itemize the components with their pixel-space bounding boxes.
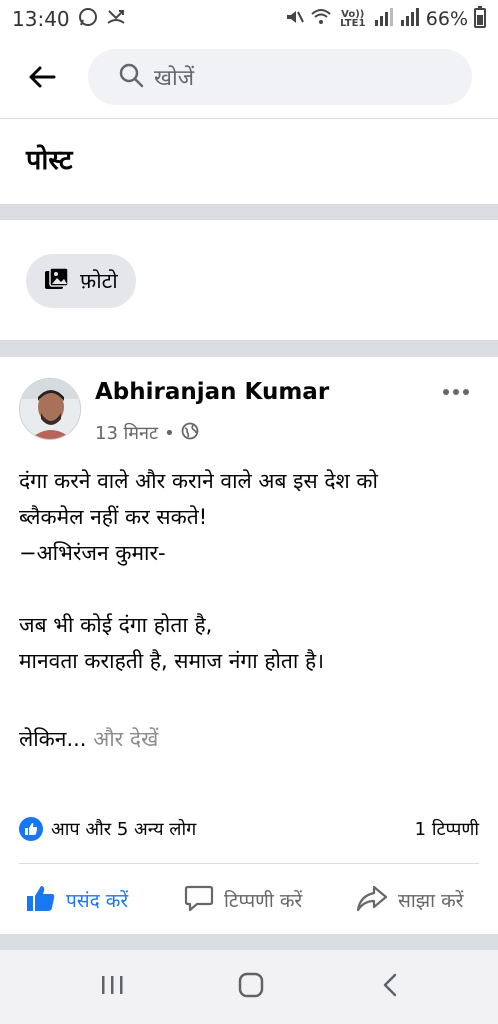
- like-reaction-icon: [19, 817, 43, 841]
- thumbs-up-icon: [26, 884, 56, 917]
- system-back-button[interactable]: [360, 957, 420, 1017]
- post-meta: 13 मिनट •: [95, 421, 199, 445]
- wifi-icon: [310, 7, 332, 32]
- system-nav-bar: [0, 950, 498, 1024]
- search-placeholder: खोजें: [154, 66, 195, 91]
- post-time[interactable]: 13 मिनट: [95, 421, 158, 445]
- section-separator: [0, 934, 498, 950]
- status-bar: 13:40 Vo)) LTE1 66%: [0, 0, 498, 38]
- comment-count[interactable]: 1 टिप्पणी: [415, 817, 479, 841]
- more-horizontal-icon: [442, 381, 470, 400]
- post-line-truncated: लेकिन... और देखें: [19, 721, 484, 757]
- photo-filter-label: फ़ोटो: [80, 269, 118, 293]
- battery-percent: 66%: [425, 8, 468, 30]
- avatar[interactable]: [19, 378, 81, 440]
- whatsapp-icon: [78, 7, 98, 32]
- search-icon: [118, 62, 144, 92]
- recent-apps-icon: [99, 974, 125, 1000]
- post-line: ब्लैकमेल नहीं कर सकते!: [19, 505, 208, 529]
- comment-label: टिप्पणी करें: [224, 890, 303, 912]
- post-line: [19, 571, 484, 607]
- chevron-left-icon: [381, 972, 399, 1002]
- more-options-button[interactable]: [436, 375, 476, 405]
- like-label: पसंद करें: [66, 890, 129, 912]
- signal-icon-2: [400, 7, 420, 31]
- section-separator: [0, 340, 498, 357]
- home-icon: [238, 972, 264, 1002]
- search-header: खोजें: [0, 44, 498, 114]
- filter-section: फ़ोटो: [0, 220, 498, 340]
- network-label: Vo)) LTE1: [340, 9, 366, 29]
- signal-icon: [374, 7, 394, 31]
- home-button[interactable]: [221, 957, 281, 1017]
- share-arrow-icon: [356, 884, 388, 917]
- header-divider: [0, 118, 498, 119]
- share-label: साझा करें: [398, 890, 464, 912]
- battery-icon: [474, 5, 486, 33]
- post-line: मानवता कराहती है, समाज नंगा होता है।: [19, 649, 325, 673]
- post-line: −अभिरंजन कुमार-: [19, 541, 166, 565]
- comment-button[interactable]: टिप्पणी करें: [184, 884, 302, 917]
- photo-icon: [44, 267, 70, 295]
- recent-apps-button[interactable]: [82, 957, 142, 1017]
- actions-row: पसंद करें टिप्पणी करें साझा करें: [0, 871, 498, 929]
- share-button[interactable]: साझा करें: [356, 884, 463, 917]
- mute-icon: [284, 7, 304, 32]
- comment-bubble-icon: [184, 884, 214, 917]
- back-button[interactable]: [14, 51, 70, 107]
- photo-filter-chip[interactable]: फ़ोटो: [26, 254, 136, 308]
- like-button[interactable]: पसंद करें: [26, 884, 128, 917]
- section-separator: [0, 204, 498, 220]
- back-arrow-icon: [28, 65, 56, 93]
- post-body: दंगा करने वाले और कराने वाले अब इस देश क…: [19, 463, 484, 757]
- actions-divider: [19, 863, 479, 864]
- meta-dot: •: [164, 422, 175, 444]
- truncated-text: लेकिन...: [19, 727, 87, 751]
- author-name[interactable]: Abhiranjan Kumar: [95, 379, 329, 405]
- post-line: जब भी कोई दंगा होता है,: [19, 613, 213, 637]
- page-title: पोस्ट: [26, 145, 73, 176]
- reaction-summary[interactable]: आप और 5 अन्य लोग: [51, 817, 196, 841]
- reactions-row: आप और 5 अन्य लोग 1 टिप्पणी: [19, 814, 479, 844]
- post-line: [19, 679, 484, 715]
- search-input[interactable]: खोजें: [88, 49, 472, 105]
- see-more-link[interactable]: और देखें: [93, 727, 158, 751]
- globe-icon: [181, 422, 199, 445]
- status-time: 13:40: [12, 7, 70, 31]
- missed-call-icon: [106, 7, 126, 32]
- post-line: दंगा करने वाले और कराने वाले अब इस देश क…: [19, 469, 378, 493]
